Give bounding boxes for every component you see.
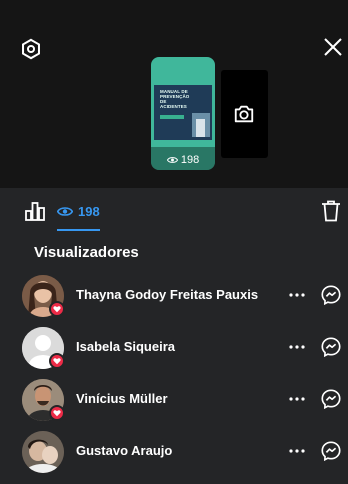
- tab-viewers[interactable]: 198: [57, 196, 100, 226]
- settings-gear-icon[interactable]: [18, 36, 44, 62]
- messenger-icon[interactable]: [320, 336, 342, 358]
- more-options-icon[interactable]: [287, 334, 307, 360]
- more-options-icon[interactable]: [287, 438, 307, 464]
- viewer-name[interactable]: Gustavo Araujo: [76, 443, 172, 458]
- close-icon[interactable]: [320, 34, 346, 60]
- more-options-icon[interactable]: [287, 386, 307, 412]
- viewer-name[interactable]: Isabela Siqueira: [76, 339, 175, 354]
- liked-heart-icon: [49, 353, 65, 369]
- camera-icon: [234, 105, 254, 123]
- tab-viewers-count: 198: [78, 203, 100, 219]
- sheet-tabs: 198: [0, 188, 348, 232]
- viewer-row[interactable]: Isabela Siqueira: [0, 322, 348, 374]
- story-thumbnail[interactable]: MANUAL DE PREVENÇÃO DE ACIDENTES 198: [151, 57, 215, 170]
- more-options-icon[interactable]: [287, 282, 307, 308]
- eye-icon: [57, 206, 73, 216]
- eye-icon: [166, 157, 178, 164]
- messenger-icon[interactable]: [320, 284, 342, 306]
- story-view-count: 198: [151, 154, 215, 166]
- story-preview-area: MANUAL DE PREVENÇÃO DE ACIDENTES 198: [0, 0, 348, 188]
- viewers-sheet: 198 Visualizadores Thayna Godoy Freitas …: [0, 188, 348, 484]
- avatar[interactable]: [22, 431, 64, 473]
- liked-heart-icon: [49, 301, 65, 317]
- viewer-name[interactable]: Thayna Godoy Freitas Pauxis: [76, 287, 258, 302]
- viewer-name[interactable]: Vinícius Müller: [76, 391, 168, 406]
- insights-chart-icon[interactable]: [24, 200, 46, 222]
- viewers-heading: Visualizadores: [34, 244, 139, 261]
- add-story-camera-tile[interactable]: [221, 70, 268, 158]
- viewer-row[interactable]: Gustavo Araujo: [0, 426, 348, 478]
- messenger-icon[interactable]: [320, 440, 342, 462]
- viewer-row[interactable]: Thayna Godoy Freitas Pauxis: [0, 270, 348, 322]
- viewer-row[interactable]: Vinícius Müller: [0, 374, 348, 426]
- trash-icon[interactable]: [321, 200, 343, 222]
- story-thumbnail-title: MANUAL DE PREVENÇÃO DE ACIDENTES: [160, 89, 190, 109]
- liked-heart-icon: [49, 405, 65, 421]
- story-document-preview: MANUAL DE PREVENÇÃO DE ACIDENTES: [154, 85, 212, 140]
- active-tab-indicator: [57, 229, 100, 231]
- messenger-icon[interactable]: [320, 388, 342, 410]
